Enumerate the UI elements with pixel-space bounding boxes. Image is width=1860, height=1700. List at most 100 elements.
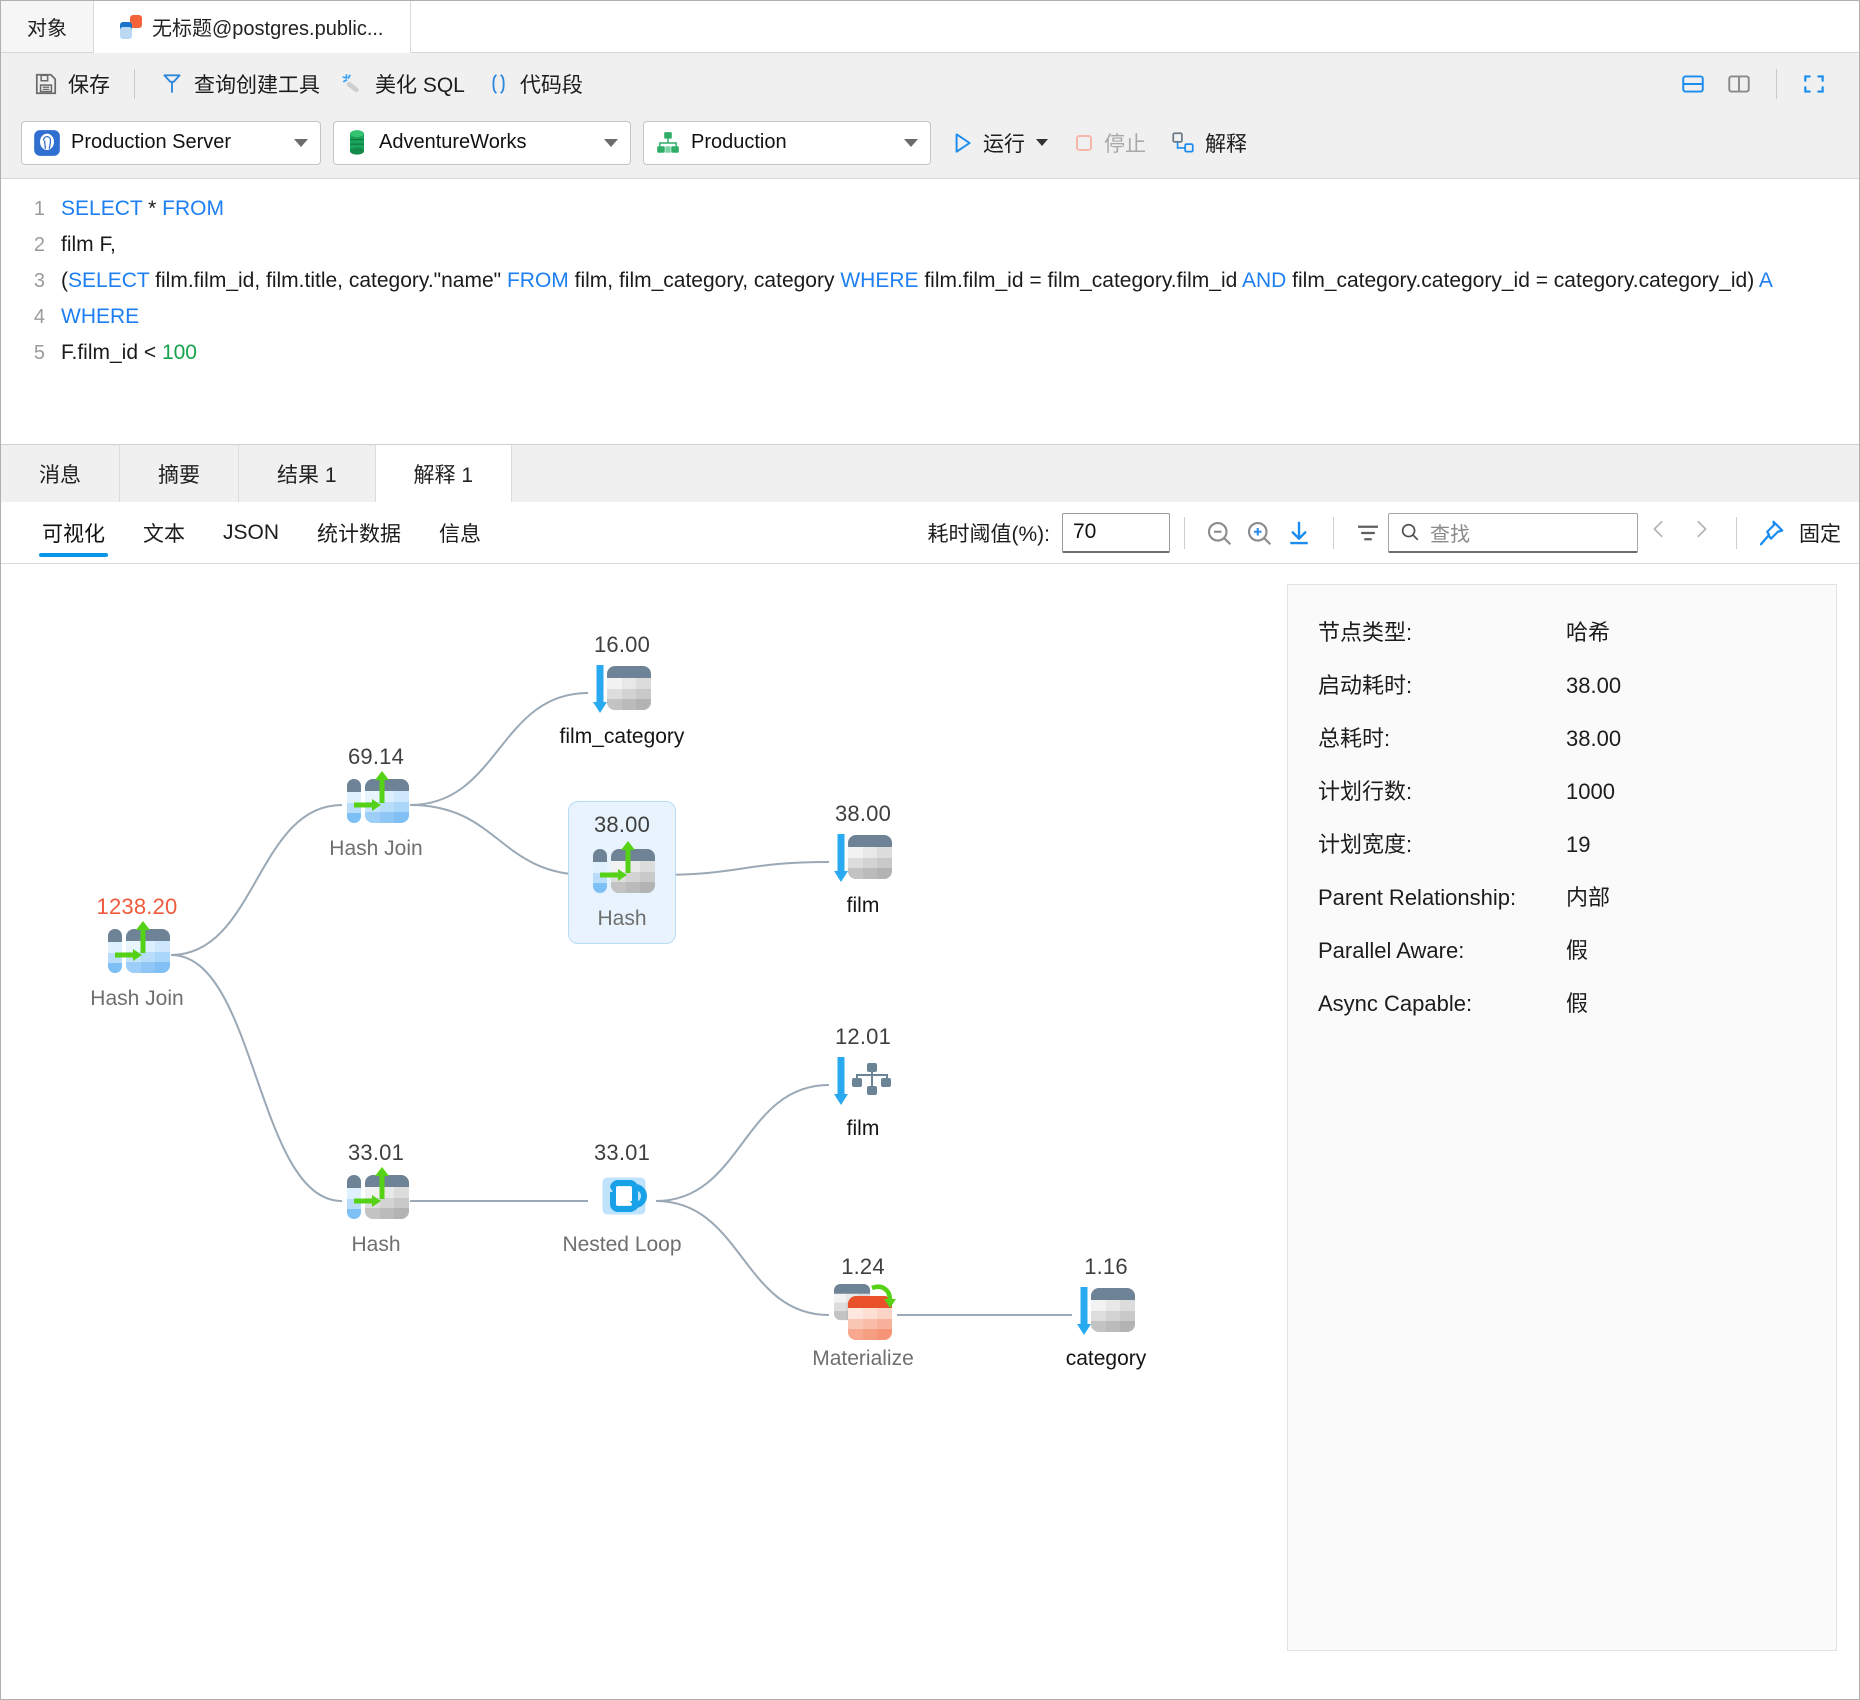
plan-node-film_category[interactable]: 16.00film_category bbox=[537, 632, 707, 749]
tab-objects[interactable]: 对象 bbox=[1, 1, 94, 52]
tab-result-1[interactable]: 结果 1 bbox=[239, 445, 376, 502]
line-number: 4 bbox=[1, 299, 61, 335]
code-line-3[interactable]: (SELECT film.film_id, film.title, catego… bbox=[61, 263, 1859, 299]
plan-node-label: Hash bbox=[351, 1233, 400, 1257]
subtab-text[interactable]: 文本 bbox=[124, 502, 204, 563]
plan-node-cost: 1238.20 bbox=[97, 894, 178, 920]
node-properties-list: 节点类型:哈希启动耗时:38.00总耗时:38.00计划行数:1000计划宽度:… bbox=[1288, 615, 1836, 1018]
next-match-button[interactable] bbox=[1680, 516, 1722, 549]
code-snippet-button[interactable]: 代码段 bbox=[475, 65, 593, 103]
subtab-visualize[interactable]: 可视化 bbox=[23, 502, 124, 563]
property-key: Async Capable: bbox=[1318, 991, 1566, 1017]
server-value: Production Server bbox=[71, 131, 276, 154]
plan-node-cost: 12.01 bbox=[835, 1024, 891, 1050]
run-dropdown-caret[interactable] bbox=[1036, 139, 1048, 146]
query-builder-label: 查询创建工具 bbox=[194, 69, 320, 99]
property-key: Parallel Aware: bbox=[1318, 938, 1566, 964]
tab-sql-document-label: 无标题@postgres.public... bbox=[152, 12, 384, 41]
save-label: 保存 bbox=[68, 69, 110, 99]
plan-node-materialize[interactable]: 1.24Materialize bbox=[778, 1254, 948, 1371]
zoom-out-button[interactable] bbox=[1199, 513, 1239, 553]
fullscreen-button[interactable] bbox=[1791, 67, 1837, 101]
tab-summary[interactable]: 摘要 bbox=[120, 445, 239, 502]
zoom-in-icon bbox=[1244, 518, 1274, 548]
search-icon bbox=[1399, 521, 1421, 543]
sql-keyword: AND bbox=[1242, 269, 1286, 292]
tab-sql-document[interactable]: 无标题@postgres.public... bbox=[94, 1, 411, 53]
plan-node-root[interactable]: 1238.20 Hash Join bbox=[52, 894, 222, 1011]
tab-explain-1[interactable]: 解释 1 bbox=[376, 445, 513, 503]
code-line-5[interactable]: F.film_id < 100 bbox=[61, 335, 1859, 371]
property-value: 内部 bbox=[1566, 880, 1610, 912]
plan-node-cost: 33.01 bbox=[594, 1140, 650, 1166]
connection-toolbar: Production Server AdventureWorks P bbox=[1, 115, 1859, 179]
explain-plan-icon bbox=[1170, 130, 1196, 156]
toolbar-divider-2 bbox=[1776, 69, 1777, 99]
subtab-json[interactable]: JSON bbox=[204, 502, 298, 563]
prev-match-button[interactable] bbox=[1638, 516, 1680, 549]
toolbar-divider-1 bbox=[134, 69, 135, 99]
property-value: 19 bbox=[1566, 832, 1590, 858]
sql-text: film.film_id = film_category.film_id bbox=[919, 269, 1242, 292]
tab-explain-1-label: 解释 1 bbox=[414, 459, 474, 489]
subtab-info[interactable]: 信息 bbox=[420, 502, 500, 563]
plan-node-label: film bbox=[847, 894, 880, 918]
threshold-value: 70 bbox=[1073, 520, 1096, 544]
chevron-right-icon bbox=[1690, 516, 1712, 542]
editor-line-4: 4 WHERE bbox=[1, 299, 1859, 335]
code-line-4[interactable]: WHERE bbox=[61, 299, 1859, 335]
postgres-icon bbox=[33, 129, 61, 157]
split-horizontal-button[interactable] bbox=[1670, 67, 1716, 101]
plan-node-hash1[interactable]: 38.00Hash bbox=[568, 801, 676, 944]
threshold-input[interactable]: 70 bbox=[1062, 513, 1170, 553]
property-value: 38.00 bbox=[1566, 673, 1621, 699]
property-value: 1000 bbox=[1566, 779, 1615, 805]
query-builder-button[interactable]: 查询创建工具 bbox=[149, 65, 330, 103]
save-button[interactable]: 保存 bbox=[23, 65, 120, 103]
plan-node-film2[interactable]: 12.01 film bbox=[778, 1024, 948, 1141]
threshold-label: 耗时阈值(%): bbox=[928, 518, 1051, 548]
run-button[interactable]: 运行 bbox=[943, 128, 1054, 158]
code-line-2[interactable]: film F, bbox=[61, 227, 1859, 263]
subtab-statistics[interactable]: 统计数据 bbox=[298, 502, 420, 563]
subtab-json-label: JSON bbox=[223, 521, 279, 545]
plan-node-nestedloop[interactable]: 33.01Nested Loop bbox=[537, 1140, 707, 1257]
zoom-in-button[interactable] bbox=[1239, 513, 1279, 553]
database-selector[interactable]: AdventureWorks bbox=[333, 121, 631, 165]
split-vertical-button[interactable] bbox=[1716, 67, 1762, 101]
schema-selector[interactable]: Production bbox=[643, 121, 931, 165]
sql-keyword: FROM bbox=[162, 197, 224, 220]
plan-node-hashjoin2[interactable]: 69.14Hash Join bbox=[291, 744, 461, 861]
search-input[interactable]: 查找 bbox=[1388, 513, 1638, 553]
editor-line-5: 5 F.film_id < 100 bbox=[1, 335, 1859, 371]
split-horizontal-icon bbox=[1680, 71, 1706, 97]
subtab-text-label: 文本 bbox=[143, 518, 185, 548]
beautify-sql-button[interactable]: 美化 SQL bbox=[330, 65, 475, 103]
pin-button[interactable] bbox=[1751, 513, 1791, 553]
plan-node-label: Hash Join bbox=[90, 987, 183, 1011]
plan-node-label: Hash Join bbox=[329, 837, 422, 861]
code-line-1[interactable]: SELECT * FROM bbox=[61, 191, 1859, 227]
plan-node-film1[interactable]: 38.00film bbox=[778, 801, 948, 918]
sql-editor[interactable]: 1 SELECT * FROM 2 film F, 3 (SELECT film… bbox=[1, 179, 1859, 444]
filter-button[interactable] bbox=[1348, 513, 1388, 553]
stop-icon bbox=[1072, 131, 1096, 155]
property-row: Parent Relationship:内部 bbox=[1288, 880, 1836, 912]
hash-join-icon bbox=[345, 774, 407, 828]
plan-node-category[interactable]: 1.16category bbox=[1021, 1254, 1191, 1371]
subtab-info-label: 信息 bbox=[439, 518, 481, 548]
plan-graph-canvas[interactable]: 1238.20Hash Join69.14Hash Join16.00film_… bbox=[1, 564, 1287, 1699]
tab-messages[interactable]: 消息 bbox=[1, 445, 120, 502]
plan-node-cost: 38.00 bbox=[594, 812, 650, 838]
sql-number: 100 bbox=[162, 341, 197, 364]
line-number: 3 bbox=[1, 263, 61, 299]
server-selector[interactable]: Production Server bbox=[21, 121, 321, 165]
plan-node-hash2[interactable]: 33.01Hash bbox=[291, 1140, 461, 1257]
property-key: 启动耗时: bbox=[1318, 668, 1566, 700]
subtab-visualize-label: 可视化 bbox=[42, 518, 105, 548]
explain-button[interactable]: 解释 bbox=[1164, 128, 1253, 158]
download-button[interactable] bbox=[1279, 513, 1319, 553]
panel-tabs-filler bbox=[512, 445, 1859, 502]
plan-node-label: film bbox=[847, 1117, 880, 1141]
hash-icon bbox=[345, 1170, 407, 1224]
